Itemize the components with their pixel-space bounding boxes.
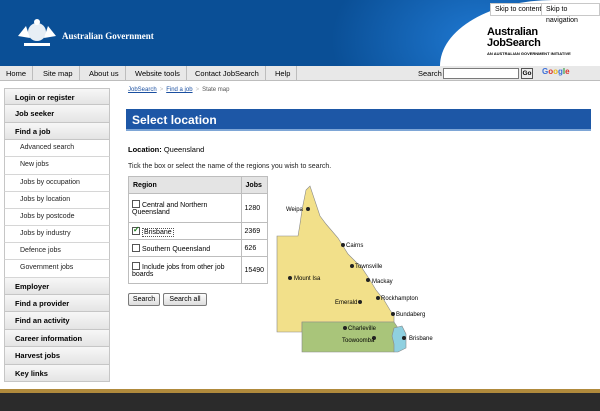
nav-contact-jobsearch[interactable]: Contact JobSearch — [189, 66, 266, 81]
sidebar-item-job-seeker[interactable]: Job seeker — [4, 105, 110, 123]
page-title: Select location — [126, 109, 591, 131]
sidebar-item-find-a-provider[interactable]: Find a provider — [4, 295, 110, 313]
sidebar-item-jobs-by-occupation[interactable]: Jobs by occupation — [4, 174, 110, 192]
map-dot-rockhampton — [376, 296, 380, 300]
map-dot-bundaberg — [391, 312, 395, 316]
region-link[interactable]: Southern Queensland — [142, 246, 210, 253]
map-label-cairns[interactable]: Cairns — [346, 243, 363, 249]
top-nav: Home Site map About us Website tools Con… — [0, 66, 600, 81]
region-table: Region Jobs Central and Northern Queensl… — [128, 176, 269, 284]
jobs-count: 2369 — [240, 222, 269, 240]
map-label-bundaberg[interactable]: Bundaberg — [396, 312, 425, 318]
site-header: Australian Government Skip to content Sk… — [0, 0, 600, 66]
google-letter-e: e — [565, 67, 570, 76]
table-row: Central and Northern Queensland 1280 — [128, 193, 269, 223]
nav-website-tools[interactable]: Website tools — [129, 66, 187, 81]
breadcrumb-find-a-job[interactable]: Find a job — [166, 87, 192, 93]
region-checkbox-other-boards[interactable] — [132, 262, 140, 270]
map-dot-weipa — [306, 207, 310, 211]
table-row: Brisbane 2369 — [128, 222, 269, 240]
skip-to-content-link[interactable]: Skip to content — [490, 3, 547, 16]
map-label-mackay[interactable]: Mackay — [372, 279, 393, 285]
search-input[interactable] — [443, 68, 519, 79]
nav-help[interactable]: Help — [269, 66, 298, 81]
region-link[interactable]: Brisbane — [142, 227, 174, 237]
breadcrumb-jobsearch[interactable]: JobSearch — [128, 87, 157, 93]
region-cell: Central and Northern Queensland — [128, 193, 242, 223]
map-dot-mackay — [366, 278, 370, 282]
government-name: Australian Government — [62, 31, 154, 41]
search-go-button[interactable]: Go — [521, 68, 533, 79]
queensland-region-map[interactable]: Weipa Cairns Townsville Mount Isa Mackay… — [276, 182, 446, 357]
sidebar-item-login-or-register[interactable]: Login or register — [4, 88, 110, 106]
breadcrumb-separator: > — [195, 87, 200, 93]
nav-home[interactable]: Home — [0, 66, 34, 81]
map-dot-cairns — [341, 243, 345, 247]
nav-site-map[interactable]: Site map — [37, 66, 80, 81]
region-cell: Brisbane — [128, 222, 242, 240]
sidebar-item-defence-jobs[interactable]: Defence jobs — [4, 243, 110, 261]
region-cell: Include jobs from other job boards — [128, 256, 242, 284]
search-label: Search — [418, 69, 442, 78]
sidebar-item-employer[interactable]: Employer — [4, 277, 110, 296]
map-dot-mount-isa — [288, 276, 292, 280]
map-dot-emerald — [358, 300, 362, 304]
region-link[interactable]: Central and Northern Queensland — [132, 202, 207, 216]
map-label-townsville[interactable]: Townsville — [355, 264, 383, 270]
map-label-emerald[interactable]: Emerald — [335, 300, 357, 306]
map-label-brisbane[interactable]: Brisbane — [409, 336, 433, 342]
breadcrumb-separator: > — [159, 87, 164, 93]
breadcrumb-current: State map — [202, 87, 230, 93]
jobs-count: 15490 — [240, 256, 269, 284]
search-button[interactable]: Search — [128, 293, 160, 306]
table-header-row: Region Jobs — [128, 176, 269, 194]
region-checkbox-brisbane[interactable] — [132, 225, 140, 235]
map-dot-charleville — [343, 326, 347, 330]
nav-about-us[interactable]: About us — [83, 66, 126, 81]
region-cell: Southern Queensland — [128, 239, 242, 257]
region-link[interactable]: Include jobs from other job boards — [132, 264, 225, 278]
map-label-weipa[interactable]: Weipa — [286, 207, 304, 213]
brand-line-2: JobSearch — [487, 37, 541, 49]
coat-of-arms-icon — [18, 19, 56, 46]
sidebar-item-advanced-search[interactable]: Advanced search — [4, 140, 110, 158]
jobs-count: 626 — [240, 239, 269, 257]
sidebar-item-jobs-by-postcode[interactable]: Jobs by postcode — [4, 208, 110, 227]
sidebar-item-jobs-by-industry[interactable]: Jobs by industry — [4, 226, 110, 244]
map-label-mount-isa[interactable]: Mount Isa — [294, 276, 321, 282]
table-row: Include jobs from other job boards 15490 — [128, 256, 269, 284]
location-value: Queensland — [163, 145, 205, 154]
sidebar-item-career-information[interactable]: Career information — [4, 329, 110, 348]
page-footer — [0, 389, 600, 411]
map-dot-townsville — [350, 264, 354, 268]
search-all-button[interactable]: Search all — [163, 293, 207, 306]
map-label-charleville[interactable]: Charleville — [348, 326, 377, 332]
map-dot-brisbane — [402, 336, 406, 340]
brand-tagline: AN AUSTRALIAN GOVERNMENT INITIATIVE — [487, 51, 571, 56]
sidebar-item-government-jobs[interactable]: Government jobs — [4, 260, 110, 278]
region-checkbox-southern[interactable] — [132, 243, 140, 252]
jobsearch-logo[interactable]: Australian JobSearch AN AUSTRALIAN GOVER… — [487, 27, 571, 57]
region-checkbox-central-northern[interactable] — [132, 200, 140, 208]
map-label-rockhampton[interactable]: Rockhampton — [381, 296, 418, 302]
sidebar-item-key-links[interactable]: Key links — [4, 364, 110, 383]
google-logo: Google — [542, 67, 570, 76]
breadcrumb: JobSearch > Find a job > State map — [128, 87, 229, 93]
table-row: Southern Queensland 626 — [128, 239, 269, 257]
location-label: Location: — [128, 145, 162, 154]
map-label-toowoomba[interactable]: Toowoomba — [342, 338, 375, 344]
jobs-count: 1280 — [240, 193, 269, 223]
instructions-text: Tick the box or select the name of the r… — [128, 163, 332, 170]
sidebar-item-find-an-activity[interactable]: Find an activity — [4, 312, 110, 330]
sidebar-item-jobs-by-location[interactable]: Jobs by location — [4, 191, 110, 209]
sidebar-item-harvest-jobs[interactable]: Harvest jobs — [4, 347, 110, 365]
sidebar-item-find-a-job[interactable]: Find a job — [4, 122, 110, 141]
sidebar-nav: Login or register Job seeker Find a job Adv… — [4, 88, 110, 383]
column-header-region: Region — [128, 176, 242, 194]
location-line: Location: Queensland — [128, 145, 204, 154]
skip-to-navigation-link[interactable]: Skip to navigation — [541, 3, 600, 24]
column-header-jobs: Jobs — [240, 176, 269, 194]
sidebar-item-new-jobs[interactable]: New jobs — [4, 157, 110, 175]
